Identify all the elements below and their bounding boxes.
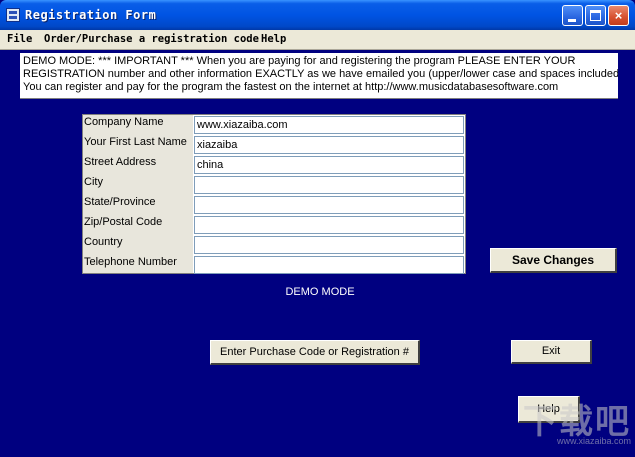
- zip-postal-code-input[interactable]: [194, 216, 464, 234]
- notice-line: You can register and pay for the program…: [23, 81, 559, 93]
- notice-line: DEMO MODE: *** IMPORTANT *** When you ar…: [23, 55, 576, 67]
- title-bar[interactable]: Registration Form ×: [0, 0, 635, 30]
- city-label: City: [84, 176, 103, 188]
- maximize-button[interactable]: [585, 5, 606, 26]
- demo-mode-status: DEMO MODE: [285, 286, 355, 298]
- watermark-url: www.xiazaiba.com: [556, 436, 631, 446]
- help-button[interactable]: Help: [518, 396, 580, 423]
- country-label: Country: [84, 236, 123, 248]
- country-input[interactable]: [194, 236, 464, 254]
- close-button[interactable]: ×: [608, 5, 629, 26]
- state-province-input[interactable]: [194, 196, 464, 214]
- menu-bar: File Order/Purchase a registration code …: [0, 30, 635, 50]
- telephone-number-input[interactable]: [194, 256, 464, 274]
- menu-help[interactable]: Help: [261, 33, 286, 45]
- close-icon: ×: [614, 8, 623, 23]
- maximize-icon: [590, 10, 601, 21]
- company-name-input[interactable]: [194, 116, 464, 134]
- registration-form: Company Name Your First Last Name Street…: [82, 114, 466, 274]
- company-name-label: Company Name: [84, 116, 164, 128]
- enter-purchase-code-button[interactable]: Enter Purchase Code or Registration #: [210, 340, 420, 365]
- app-icon[interactable]: [6, 8, 20, 22]
- notice-line: REGISTRATION number and other informatio…: [23, 68, 618, 80]
- menu-order-purchase[interactable]: Order/Purchase a registration code: [44, 33, 259, 45]
- zip-postal-code-label: Zip/Postal Code: [84, 216, 163, 228]
- main-content: DEMO MODE: *** IMPORTANT *** When you ar…: [0, 51, 635, 457]
- window-title: Registration Form: [25, 8, 157, 22]
- menu-file[interactable]: File: [7, 33, 32, 45]
- save-changes-button[interactable]: Save Changes: [490, 248, 617, 273]
- first-last-name-input[interactable]: [194, 136, 464, 154]
- exit-button[interactable]: Exit: [511, 340, 592, 364]
- city-input[interactable]: [194, 176, 464, 194]
- first-last-name-label: Your First Last Name: [84, 136, 187, 148]
- minimize-button[interactable]: [562, 5, 583, 26]
- minimize-icon: [568, 19, 576, 22]
- demo-notice: DEMO MODE: *** IMPORTANT *** When you ar…: [20, 53, 618, 99]
- street-address-label: Street Address: [84, 156, 157, 168]
- street-address-input[interactable]: [194, 156, 464, 174]
- state-province-label: State/Province: [84, 196, 156, 208]
- telephone-number-label: Telephone Number: [84, 256, 177, 268]
